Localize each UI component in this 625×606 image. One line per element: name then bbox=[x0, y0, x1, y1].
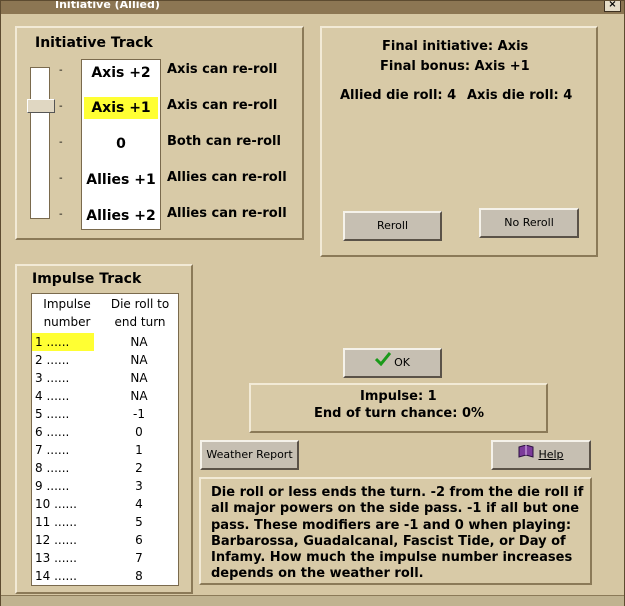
impulse-die-roll: NA bbox=[130, 353, 148, 367]
ok-button[interactable]: OK bbox=[343, 348, 442, 378]
help-button[interactable]: Help bbox=[491, 440, 591, 470]
track-desc: Axis can re-roll bbox=[167, 62, 278, 77]
impulse-number: 1 ...... bbox=[32, 333, 94, 351]
impulse-row: 2 ...... NA bbox=[32, 351, 178, 369]
rules-note-text: Die roll or less ends the turn. -2 from … bbox=[211, 485, 584, 582]
impulse-number: 12 ...... bbox=[35, 533, 77, 547]
impulse-die-roll: NA bbox=[130, 335, 148, 349]
track-value-axis-2: Axis +2 bbox=[91, 65, 151, 81]
track-desc: Allies can re-roll bbox=[167, 206, 287, 221]
initiative-track-list: Axis +2 Axis +1 0 Allies +1 Allies +2 bbox=[81, 59, 161, 230]
initiative-track-title: Initiative Track bbox=[35, 35, 153, 51]
impulse-row: 5 ...... -1 bbox=[32, 405, 178, 423]
track-value-zero: 0 bbox=[116, 136, 126, 152]
end-turn-chance-text: End of turn chance: 0% bbox=[314, 406, 485, 421]
impulse-die-roll: 0 bbox=[135, 425, 143, 439]
impulse-track-title: Impulse Track bbox=[32, 271, 142, 287]
reroll-button-label: Reroll bbox=[376, 219, 409, 232]
allied-die-roll-text: Allied die roll: 4 bbox=[340, 88, 457, 103]
help-book-icon bbox=[518, 442, 534, 468]
initiative-slider-track[interactable] bbox=[30, 67, 50, 219]
impulse-number: 10 ...... bbox=[35, 497, 77, 511]
checkmark-icon bbox=[375, 350, 392, 376]
track-tick: - bbox=[59, 209, 63, 220]
no-reroll-button-label: No Reroll bbox=[504, 216, 554, 229]
weather-report-label: Weather Report bbox=[206, 448, 293, 461]
impulse-die-roll: 3 bbox=[135, 479, 143, 493]
impulse-number: 7 ...... bbox=[35, 443, 70, 457]
track-desc: Axis can re-roll bbox=[167, 98, 278, 113]
reroll-button[interactable]: Reroll bbox=[343, 211, 442, 241]
impulse-number: 5 ...... bbox=[35, 407, 70, 421]
impulse-die-roll: 7 bbox=[135, 551, 143, 565]
impulse-die-roll: -1 bbox=[133, 407, 145, 421]
final-bonus-text: Final bonus: Axis +1 bbox=[380, 59, 530, 74]
axis-die-roll-text: Axis die roll: 4 bbox=[467, 88, 573, 103]
impulse-row: 6 ...... 0 bbox=[32, 423, 178, 441]
impulse-die-roll: 2 bbox=[135, 461, 143, 475]
impulse-row: 4 ...... NA bbox=[32, 387, 178, 405]
help-button-label: Help bbox=[538, 448, 564, 461]
final-initiative-text: Final initiative: Axis bbox=[382, 39, 529, 54]
track-value-allies-1: Allies +1 bbox=[86, 172, 156, 188]
impulse-number: 14 ...... bbox=[35, 569, 77, 583]
impulse-number-text: Impulse: 1 bbox=[360, 389, 437, 404]
impulse-row: 9 ...... 3 bbox=[32, 477, 178, 495]
track-desc: Both can re-roll bbox=[167, 134, 281, 149]
impulse-col-header-2: Die roll to end turn bbox=[110, 297, 170, 329]
impulse-row: 12 ...... 6 bbox=[32, 531, 178, 549]
impulse-row: 3 ...... NA bbox=[32, 369, 178, 387]
impulse-die-roll: NA bbox=[130, 389, 148, 403]
impulse-col-header-1: Impulse number bbox=[43, 297, 91, 329]
window-title: Initiative (Allied) bbox=[55, 1, 160, 11]
initiative-dialog: Initiative (Allied) × Initiative Track -… bbox=[0, 0, 625, 606]
impulse-track-list: Impulse number Die roll to end turn 1 ..… bbox=[31, 293, 179, 586]
impulse-die-roll: 4 bbox=[135, 497, 143, 511]
impulse-number: 3 ...... bbox=[35, 371, 70, 385]
impulse-row: 14 ...... 8 bbox=[32, 567, 178, 585]
weather-report-button[interactable]: Weather Report bbox=[200, 440, 299, 470]
ok-button-label: OK bbox=[394, 356, 410, 369]
track-value-axis-1: Axis +1 bbox=[84, 97, 158, 119]
initiative-slider-thumb[interactable] bbox=[27, 99, 55, 113]
impulse-number: 4 ...... bbox=[35, 389, 70, 403]
track-tick: - bbox=[59, 173, 63, 184]
window-bottom-edge bbox=[1, 595, 624, 606]
impulse-row: 13 ...... 7 bbox=[32, 549, 178, 567]
track-value-allies-2: Allies +2 bbox=[86, 208, 156, 224]
title-bar: Initiative (Allied) × bbox=[1, 1, 624, 14]
impulse-row: 1 ...... NA bbox=[32, 333, 178, 351]
impulse-die-roll: 1 bbox=[135, 443, 143, 457]
impulse-number: 11 ...... bbox=[35, 515, 77, 529]
impulse-number: 9 ...... bbox=[35, 479, 70, 493]
impulse-number: 8 ...... bbox=[35, 461, 70, 475]
impulse-number: 13 ...... bbox=[35, 551, 77, 565]
impulse-die-roll: 6 bbox=[135, 533, 143, 547]
impulse-row: 10 ...... 4 bbox=[32, 495, 178, 513]
impulse-row: 11 ...... 5 bbox=[32, 513, 178, 531]
impulse-number: 6 ...... bbox=[35, 425, 70, 439]
impulse-number: 2 ...... bbox=[35, 353, 70, 367]
track-tick: - bbox=[59, 101, 63, 112]
impulse-die-roll: 5 bbox=[135, 515, 143, 529]
impulse-row: 7 ...... 1 bbox=[32, 441, 178, 459]
track-desc: Allies can re-roll bbox=[167, 170, 287, 185]
impulse-die-roll: NA bbox=[130, 371, 148, 385]
track-tick: - bbox=[59, 65, 63, 76]
impulse-die-roll: 8 bbox=[135, 569, 143, 583]
no-reroll-button[interactable]: No Reroll bbox=[479, 208, 579, 238]
track-tick: - bbox=[59, 137, 63, 148]
impulse-row: 8 ...... 2 bbox=[32, 459, 178, 477]
close-button[interactable]: × bbox=[604, 1, 621, 12]
